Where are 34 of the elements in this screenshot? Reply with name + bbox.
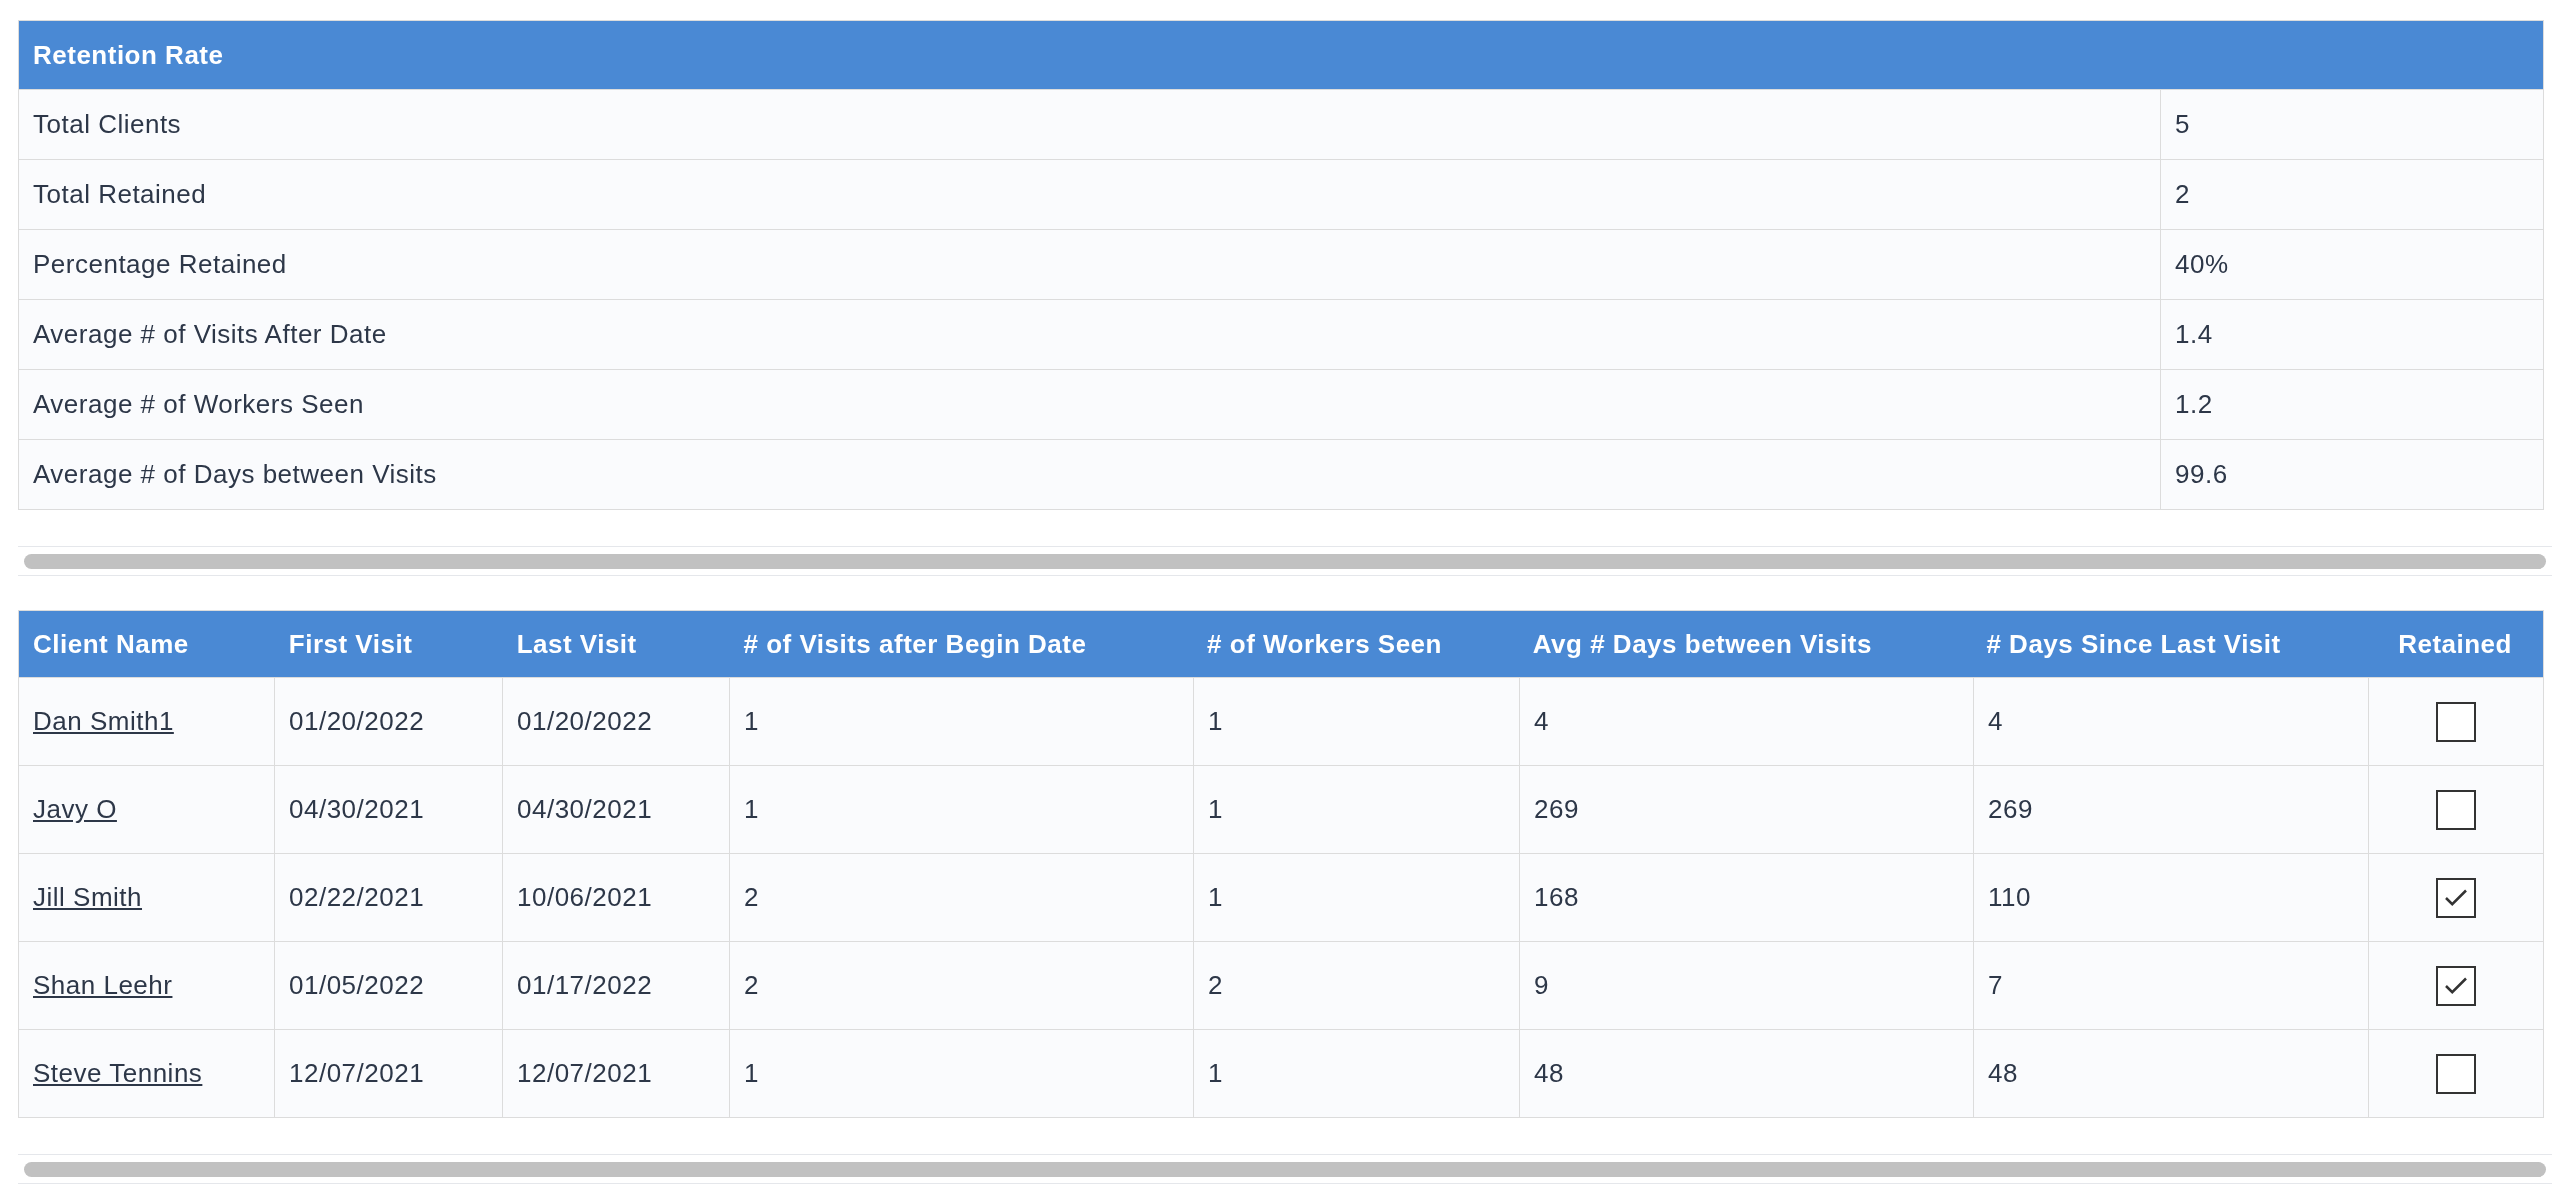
client-link[interactable]: Shan Leehr: [33, 966, 173, 1005]
column-header: Last Visit: [515, 627, 638, 661]
table-cell-text: 2: [2174, 178, 2191, 211]
table-cell-text: 1.2: [2174, 388, 2214, 421]
table-cell: 48: [1520, 1030, 1974, 1117]
checkbox[interactable]: [2436, 789, 2476, 830]
checkbox[interactable]: [2436, 701, 2476, 742]
client-link[interactable]: Steve Tennins: [33, 1054, 203, 1093]
table-cell: 1: [1194, 1030, 1520, 1117]
table-cell: 12/07/2021: [503, 1030, 730, 1117]
column-header: # of Visits after Begin Date: [742, 627, 1088, 661]
checkbox[interactable]: [2436, 877, 2476, 918]
scrollbar[interactable]: [24, 1161, 2546, 1177]
table-header: Retention Rate: [19, 21, 2543, 89]
table-cell-text: 5: [2174, 108, 2191, 141]
checkbox[interactable]: [2436, 965, 2476, 1006]
table-cell: 48: [1974, 1030, 2369, 1117]
column-header: Client Name: [32, 627, 190, 661]
table-cell-text: 40%: [2174, 248, 2230, 281]
table-cell: Average # of Days between Visits: [19, 440, 2161, 509]
table-cell: 1: [730, 1030, 1194, 1117]
table-cell-text: 99.6: [2174, 458, 2229, 491]
client-link[interactable]: Javy O: [33, 790, 117, 829]
column-header: First Visit: [287, 627, 414, 661]
column-header: Avg # Days between Visits: [1531, 627, 1873, 661]
column-header: Retained: [2397, 627, 2513, 661]
scrollbar[interactable]: [24, 553, 2546, 569]
table-cell: 12/07/2021: [275, 1030, 503, 1117]
table-cell-text: 1.4: [2174, 318, 2214, 351]
column-header: # of Workers Seen: [1206, 627, 1443, 661]
client-link[interactable]: Jill Smith: [33, 878, 142, 917]
client-link[interactable]: Dan Smith1: [33, 702, 174, 741]
column-header: # Days Since Last Visit: [1985, 627, 2282, 661]
checkbox[interactable]: [2436, 1053, 2476, 1094]
